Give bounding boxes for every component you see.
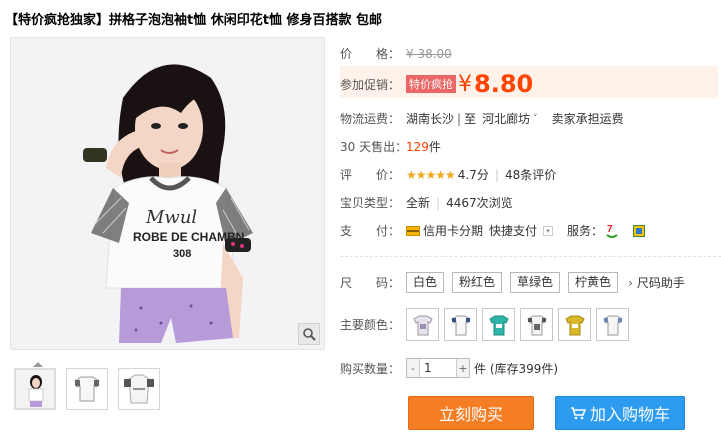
shipping-from: 湖南长沙 (406, 112, 455, 126)
color-row: 主要颜色： (340, 308, 634, 341)
size-option-4[interactable]: 柠黄色 (568, 272, 619, 293)
promo-label: 参加促销： (340, 77, 401, 92)
shirt-swatch-lilac (412, 315, 433, 335)
product-condition: 全新 (406, 196, 431, 210)
payment-dropdown-icon[interactable]: ▾ (543, 225, 554, 236)
buy-now-button[interactable]: 立刻购买 (408, 396, 534, 430)
color-swatch-5[interactable] (558, 308, 591, 341)
thumbnail-shirt-image (67, 369, 107, 409)
svg-text:7: 7 (607, 224, 613, 235)
promo-tag: 特价疯抢 (406, 75, 456, 93)
shirt-swatch-teal (488, 315, 509, 335)
view-count: 4467次浏览 (446, 196, 513, 210)
color-swatch-3[interactable] (482, 308, 515, 341)
zoom-button[interactable] (298, 323, 320, 345)
add-to-cart-button[interactable]: 加入购物车 (555, 396, 685, 430)
promo-price-row: 参加促销： 特价疯抢 ¥ 8.80 (340, 70, 533, 98)
guarantee-icon[interactable] (633, 224, 646, 237)
buy-now-label: 立刻购买 (438, 405, 503, 424)
sales-unit: 件 (428, 140, 441, 154)
color-swatch-2[interactable] (444, 308, 477, 341)
rating-label: 评 价： (340, 168, 401, 182)
quantity-input[interactable]: 1 (419, 359, 457, 377)
magnifier-icon (303, 328, 316, 341)
original-price: ¥ 38.00 (406, 46, 452, 61)
size-option-3[interactable]: 草绿色 (510, 272, 561, 293)
quick-pay-link[interactable]: 快捷支付 (489, 222, 537, 239)
shipping-note: 卖家承担运费 (551, 112, 624, 126)
shipping-to-prefix: 至 (464, 112, 477, 126)
shirt-swatch-mustard (564, 315, 585, 335)
original-price-label: 价 格： (340, 47, 401, 61)
product-title: 【特价疯抢独家】拼格子泡泡袖t恤 休闲印花t恤 修身百搭款 包邮 (5, 13, 383, 28)
size-helper-arrow-icon: › (628, 275, 633, 290)
credit-card-icon (406, 225, 420, 236)
rating-separator: | (494, 167, 499, 182)
thumbnail-model-image (16, 370, 54, 408)
add-to-cart-label: 加入购物车 (589, 405, 670, 424)
shipping-separator: | (457, 111, 462, 126)
sales-label: 30 天售出： (340, 140, 408, 154)
payment-row: 支 付： 信用卡分期 快捷支付 ▾ 服务： 7 (340, 222, 646, 239)
size-option-2[interactable]: 粉红色 (452, 272, 503, 293)
size-row: 尺 码： 白色 粉红色 草绿色 柠黄色 › 尺码助手 (340, 272, 685, 293)
thumbnail-shirt-detail-image (119, 369, 159, 409)
seven-day-return-icon[interactable]: 7 (605, 223, 619, 239)
quantity-label: 购买数量： (340, 361, 401, 376)
cart-icon (570, 407, 586, 420)
stock-info: 件 (库存399件) (474, 361, 559, 376)
product-type-row: 宝贝类型： 全新 | 4467次浏览 (340, 194, 513, 211)
sales-row: 30 天售出： 129 件 (340, 138, 441, 155)
review-count-link[interactable]: 48条评价 (505, 166, 556, 183)
color-label: 主要颜色： (340, 318, 401, 332)
shirt-swatch-white-blue (602, 315, 623, 335)
shipping-row: 物流运费： 湖南长沙 | 至 河北廊坊 ˅ 卖家承担运费 (340, 110, 624, 127)
color-swatch-6[interactable] (596, 308, 629, 341)
quantity-row: 购买数量： - 1 + 件 (库存399件) (340, 358, 558, 378)
rating-row: 评 价： ★★★★★ 4.7分 | 48条评价 (340, 166, 556, 183)
thumbnail-strip (14, 368, 160, 410)
thumbnail-2[interactable] (66, 368, 108, 410)
model-photo: Mwul ROBE DE CHAMBN 308 (11, 38, 324, 349)
quantity-increase-button[interactable]: + (457, 359, 469, 377)
thumbnail-1[interactable] (14, 368, 56, 410)
color-swatch-4[interactable] (520, 308, 553, 341)
promo-price: 8.80 (474, 70, 534, 98)
quantity-stepper[interactable]: - 1 + (406, 358, 470, 378)
color-swatch-1[interactable] (406, 308, 439, 341)
rating-stars-icon: ★★★★★ (406, 167, 456, 182)
shirt-swatch-white-black (526, 315, 547, 335)
shipping-destination[interactable]: 河北廊坊 (482, 110, 530, 127)
service-label: 服务： (567, 224, 604, 238)
currency-symbol: ¥ (458, 71, 472, 97)
size-option-1[interactable]: 白色 (406, 272, 445, 293)
rating-score: 4.7分 (457, 168, 489, 182)
credit-installment-link[interactable]: 信用卡分期 (423, 222, 483, 239)
size-label: 尺 码： (340, 276, 401, 290)
quantity-decrease-button[interactable]: - (407, 359, 419, 377)
original-price-row: 价 格： ¥ 38.00 (340, 45, 452, 62)
size-helper-link[interactable]: 尺码助手 (637, 274, 685, 291)
payment-label: 支 付： (340, 224, 401, 238)
shirt-swatch-navy-plaid (450, 315, 471, 335)
sales-count: 129 (406, 139, 429, 154)
shirt-print-line1: Mwul (145, 207, 197, 228)
destination-dropdown-icon[interactable]: ˅ (533, 114, 538, 124)
product-type-label: 宝贝类型： (340, 196, 401, 210)
main-product-image[interactable]: Mwul ROBE DE CHAMBN 308 (10, 37, 325, 350)
thumbnail-active-pointer (33, 362, 43, 367)
product-type-separator: | (436, 195, 441, 210)
shipping-label: 物流运费： (340, 112, 401, 126)
thumbnail-3[interactable] (118, 368, 160, 410)
shirt-print-line3: 308 (173, 248, 191, 260)
section-divider (340, 256, 721, 257)
